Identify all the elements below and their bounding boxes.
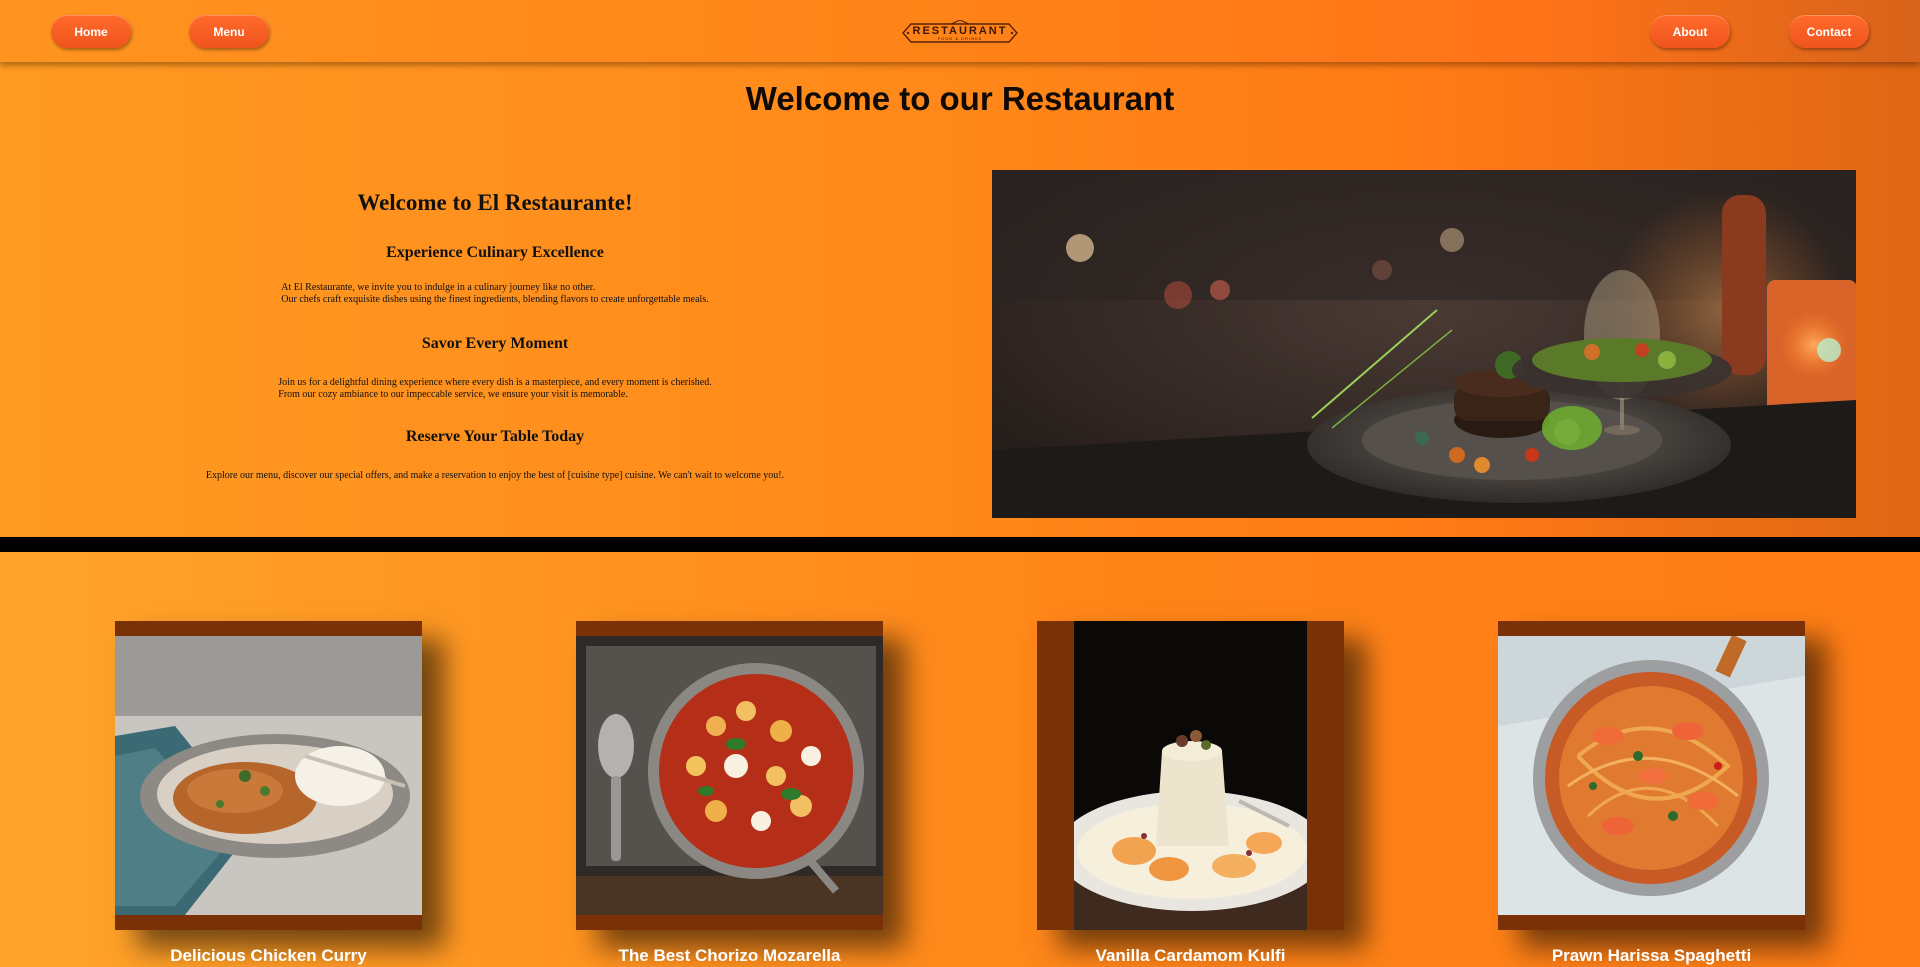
dish-card-prawn-spaghetti[interactable] — [1498, 621, 1805, 930]
intro-heading: Welcome to El Restaurante! — [357, 190, 633, 215]
dish-title[interactable]: The Best Chorizo Mozarella — [576, 946, 883, 966]
kulfi-image — [1074, 621, 1307, 930]
prawn-spaghetti-image — [1498, 636, 1805, 915]
hero-dish-image — [992, 170, 1856, 518]
section-title-reserve: Reserve Your Table Today — [405, 428, 585, 445]
section-text-culinary: At El Restaurante, we invite you to indu… — [281, 282, 708, 306]
section-text-reserve: Explore our menu, discover our special o… — [0, 470, 990, 482]
paragraph-line: Our chefs craft exquisite dishes using t… — [281, 294, 709, 305]
dish-title[interactable]: Delicious Chicken Curry — [115, 946, 422, 966]
chorizo-mozarella-image — [576, 636, 883, 915]
section-title-savor: Savor Every Moment — [421, 335, 569, 352]
restaurant-logo[interactable]: RESTAURANT FOOD & DRINKS — [901, 19, 1019, 46]
dish-card-chicken-curry[interactable] — [115, 621, 422, 930]
logo-subtitle: FOOD & DRINKS — [937, 36, 983, 41]
menu-button[interactable]: Menu — [189, 15, 269, 48]
dish-card-kulfi[interactable] — [1037, 621, 1344, 930]
dish-card-chorizo-mozarella[interactable] — [576, 621, 883, 930]
section-title-culinary: Experience Culinary Excellence — [386, 244, 604, 261]
top-navigation-bar: Home Menu RESTAURANT FOOD & DRINKS About… — [0, 0, 1920, 62]
dish-title[interactable]: Prawn Harissa Spaghetti — [1498, 946, 1805, 966]
section-text-savor: Join us for a delightful dining experien… — [278, 377, 711, 401]
intro-text-block: Welcome to El Restaurante! Experience Cu… — [0, 190, 990, 482]
about-button[interactable]: About — [1650, 15, 1730, 48]
contact-button[interactable]: Contact — [1789, 15, 1869, 48]
paragraph-line: At El Restaurante, we invite you to indu… — [281, 282, 596, 293]
paragraph-line: Explore our menu, discover our special o… — [205, 470, 785, 481]
paragraph-line: From our cozy ambiance to our impeccable… — [278, 389, 628, 400]
home-button[interactable]: Home — [51, 15, 131, 48]
page-title: Welcome to our Restaurant — [745, 80, 1175, 117]
section-divider — [0, 537, 1920, 552]
dish-title[interactable]: Vanilla Cardamom Kulfi — [1037, 946, 1344, 966]
paragraph-line: Join us for a delightful dining experien… — [278, 377, 712, 388]
chicken-curry-image — [115, 636, 422, 915]
